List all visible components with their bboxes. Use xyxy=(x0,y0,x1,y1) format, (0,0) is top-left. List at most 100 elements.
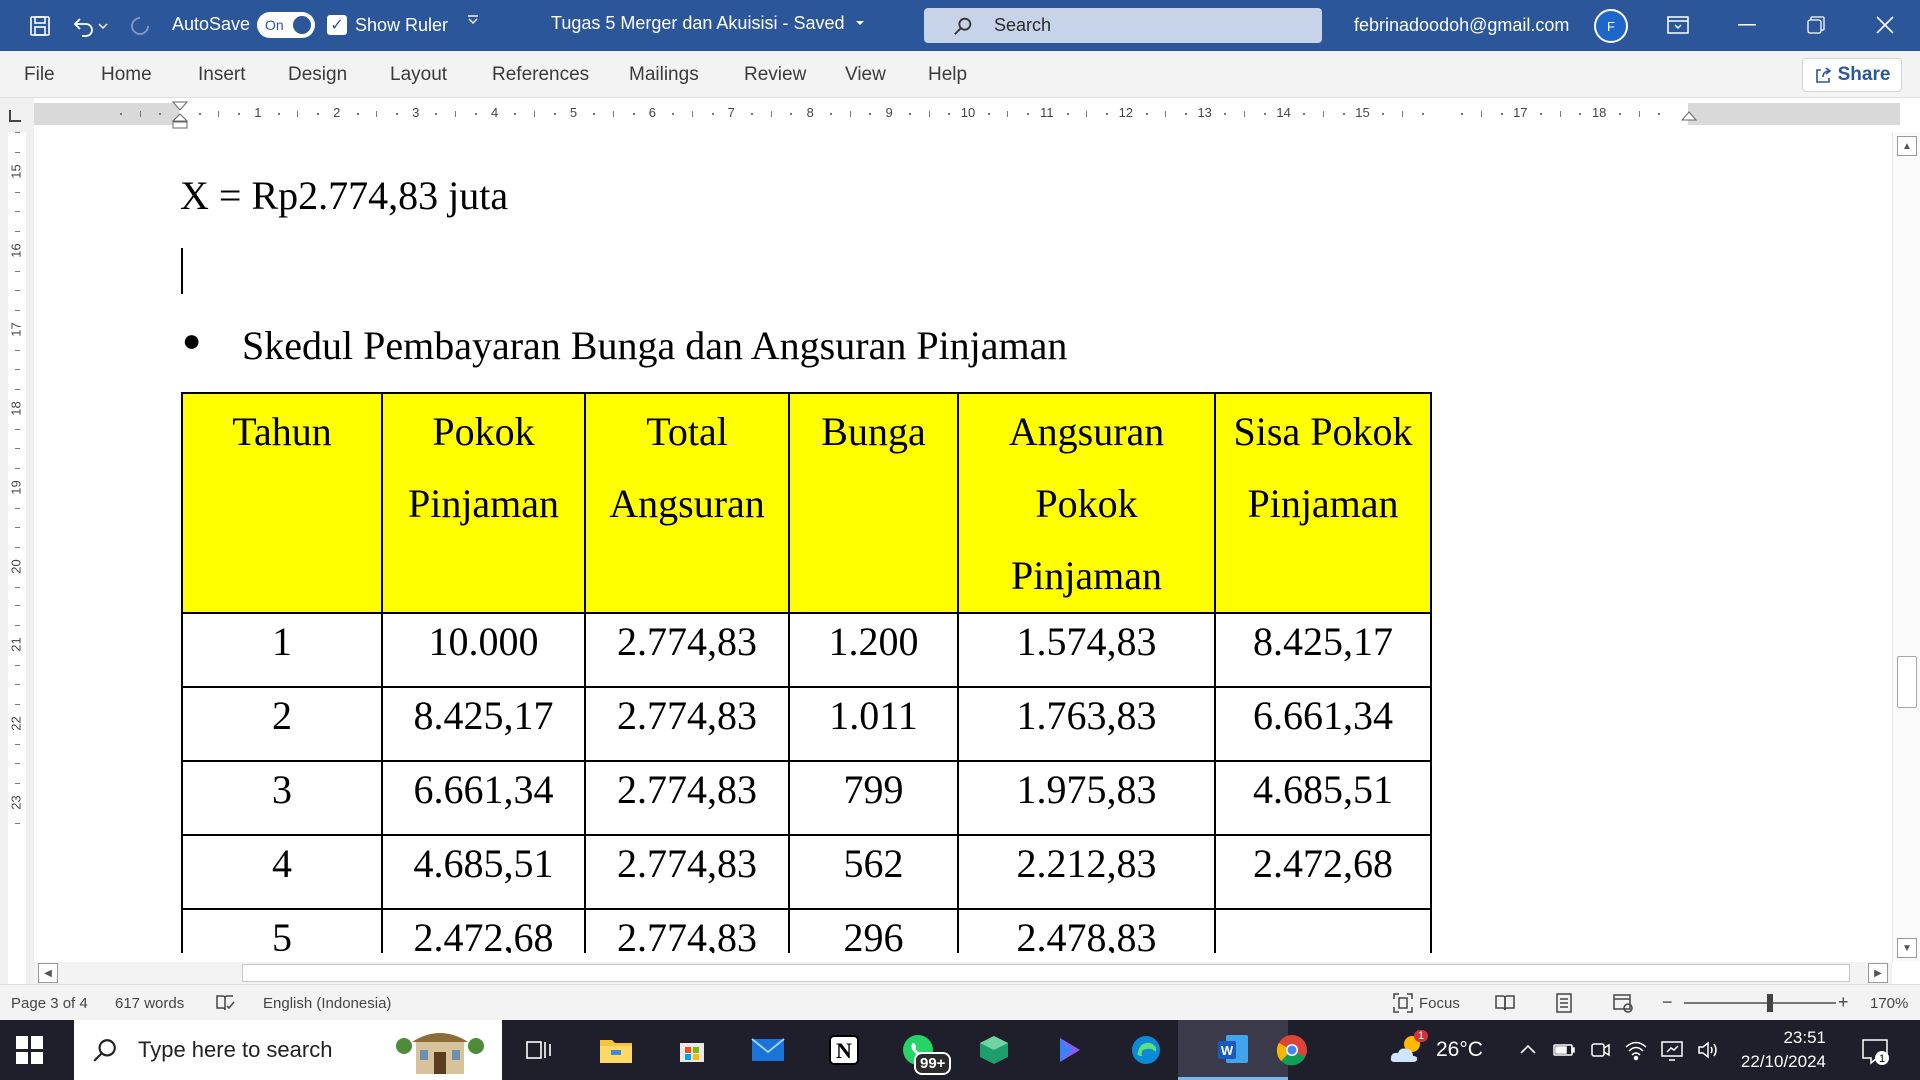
redo-icon[interactable] xyxy=(126,12,154,40)
edge-icon[interactable] xyxy=(1126,1030,1166,1070)
tab-references[interactable]: References xyxy=(492,64,589,86)
tab-file[interactable]: File xyxy=(24,64,55,86)
tab-review[interactable]: Review xyxy=(744,64,806,86)
scroll-down-button[interactable]: ▼ xyxy=(1897,938,1917,958)
vertical-scrollbar[interactable]: ▲ ▼ xyxy=(1892,132,1920,962)
read-mode-icon[interactable] xyxy=(1494,992,1516,1014)
page-count[interactable]: Page 3 of 4 xyxy=(11,995,88,1012)
zoom-slider-thumb[interactable] xyxy=(1767,994,1773,1012)
zoom-level[interactable]: 170% xyxy=(1870,995,1908,1012)
undo-icon[interactable] xyxy=(70,12,98,40)
search-icon xyxy=(954,17,972,35)
indent-marker-icon[interactable] xyxy=(172,101,188,129)
zoom-out-button[interactable]: − xyxy=(1662,992,1673,1013)
table-row: 5 2.472,68 2.774,83 296 2.478,83 xyxy=(181,908,1432,953)
table-cell: 6.661,34 xyxy=(381,760,586,836)
task-view-icon[interactable] xyxy=(519,1030,559,1070)
web-layout-icon[interactable] xyxy=(1612,992,1634,1014)
table-header-row: Tahun Pokok Pinjaman Total Angsuran Bunga … xyxy=(181,392,1432,614)
undo-dropdown-icon[interactable] xyxy=(96,12,110,40)
scroll-left-button[interactable]: ◀ xyxy=(38,963,58,983)
ribbon-display-options-icon[interactable] xyxy=(1658,8,1698,42)
search-box[interactable]: Search xyxy=(924,8,1322,43)
ruler-dot xyxy=(277,113,280,115)
tab-home[interactable]: Home xyxy=(101,64,152,86)
document-page[interactable]: X = Rp2.774,83 juta ● Skedul Pembayaran … xyxy=(34,132,1892,953)
ruler-dot xyxy=(238,113,241,115)
ruler-tick xyxy=(15,605,20,607)
tab-mailings[interactable]: Mailings xyxy=(629,64,699,86)
wifi-icon[interactable] xyxy=(1624,1038,1648,1062)
title-dropdown-icon[interactable] xyxy=(854,16,866,34)
focus-label[interactable]: Focus xyxy=(1419,995,1460,1012)
ruler-number: 23 xyxy=(8,795,24,810)
horizontal-ruler[interactable]: 1 2 3 4 5 6 7 8 9 10 11 12 13 14 15 17 18 xyxy=(34,101,1900,129)
tab-design[interactable]: Design xyxy=(288,64,347,86)
right-indent-marker-icon[interactable] xyxy=(1681,111,1697,125)
table-cell: 8.425,17 xyxy=(1214,612,1432,688)
tab-insert[interactable]: Insert xyxy=(198,64,246,86)
customize-toolbar-icon[interactable] xyxy=(466,13,480,30)
file-explorer-icon[interactable] xyxy=(596,1030,636,1070)
header-line: Tahun xyxy=(232,409,332,454)
word-count[interactable]: 617 words xyxy=(115,995,184,1012)
scroll-up-button[interactable]: ▲ xyxy=(1897,136,1917,156)
header-sisa-pokok: Sisa Pokok Pinjaman xyxy=(1214,392,1432,614)
table-cell: 2.472,68 xyxy=(381,908,586,953)
vertical-ruler[interactable]: 15 16 17 18 19 20 21 22 23 xyxy=(0,132,34,984)
ruler-number: 18 xyxy=(1591,105,1607,120)
document-title[interactable]: Tugas 5 Merger dan Akuisisi - Saved xyxy=(551,13,844,34)
focus-icon[interactable] xyxy=(1392,992,1414,1014)
ruler-dot xyxy=(474,113,477,115)
battery-icon[interactable] xyxy=(1552,1038,1576,1062)
ruler-number: 13 xyxy=(1197,105,1212,120)
meet-now-icon[interactable] xyxy=(1588,1038,1612,1062)
ruler-dot xyxy=(1658,113,1661,115)
table-cell: 799 xyxy=(788,760,959,836)
notion-icon[interactable]: N xyxy=(824,1030,864,1070)
close-button[interactable] xyxy=(1865,8,1905,42)
ruler-tick xyxy=(928,111,930,117)
avatar[interactable]: F xyxy=(1594,9,1628,43)
account-email[interactable]: febrinadoodoh@gmail.com xyxy=(1354,15,1569,36)
chevron-up-icon[interactable] xyxy=(1516,1038,1540,1062)
tab-layout[interactable]: Layout xyxy=(390,64,447,86)
vertical-ruler-strip xyxy=(8,132,26,984)
ruler-tick xyxy=(1559,111,1561,117)
microsoft-store-icon[interactable] xyxy=(672,1030,712,1070)
mail-icon[interactable] xyxy=(748,1030,788,1070)
ruler-dot xyxy=(1224,113,1227,115)
horizontal-scrollbar[interactable]: ◀ ▶ xyxy=(34,962,1892,984)
zoom-slider[interactable] xyxy=(1684,1002,1836,1004)
show-ruler-checkbox[interactable]: ✓ xyxy=(327,15,347,35)
save-icon[interactable] xyxy=(26,12,54,40)
ruler-number: 3 xyxy=(412,105,420,120)
language[interactable]: English (Indonesia) xyxy=(263,995,391,1012)
tab-help[interactable]: Help xyxy=(928,64,967,86)
weather-widget[interactable]: 1 26°C xyxy=(1388,1030,1483,1066)
autosave-toggle[interactable]: On xyxy=(257,12,315,38)
weather-alert-badge: 1 xyxy=(1414,1030,1429,1042)
notification-center-icon[interactable]: 1 xyxy=(1860,1036,1890,1066)
horizontal-scroll-thumb[interactable] xyxy=(242,964,1850,982)
share-button[interactable]: Share xyxy=(1802,58,1902,92)
proofing-icon[interactable] xyxy=(214,992,236,1014)
app-icon[interactable] xyxy=(974,1030,1014,1070)
windows-start-icon[interactable] xyxy=(16,1036,44,1064)
tab-view[interactable]: View xyxy=(845,64,886,86)
restore-button[interactable] xyxy=(1796,8,1836,42)
minimize-button[interactable] xyxy=(1727,8,1767,42)
print-layout-icon[interactable] xyxy=(1553,992,1575,1014)
clock[interactable]: 23:51 22/10/2024 xyxy=(1716,1026,1826,1074)
show-ruler-label[interactable]: Show Ruler xyxy=(355,15,448,36)
copilot-icon[interactable] xyxy=(1050,1030,1090,1070)
zoom-in-button[interactable]: + xyxy=(1838,992,1849,1013)
chrome-icon[interactable] xyxy=(1272,1030,1312,1070)
tab-selector[interactable] xyxy=(0,98,34,132)
vertical-scroll-thumb[interactable] xyxy=(1897,656,1917,708)
scroll-right-button[interactable]: ▶ xyxy=(1868,963,1888,983)
ruler-dot xyxy=(1540,113,1543,115)
display-icon[interactable] xyxy=(1660,1038,1684,1062)
taskbar-search[interactable]: Type here to search xyxy=(74,1020,502,1080)
schedule-table[interactable]: Tahun Pokok Pinjaman Total Angsuran Bunga … xyxy=(181,392,1432,953)
